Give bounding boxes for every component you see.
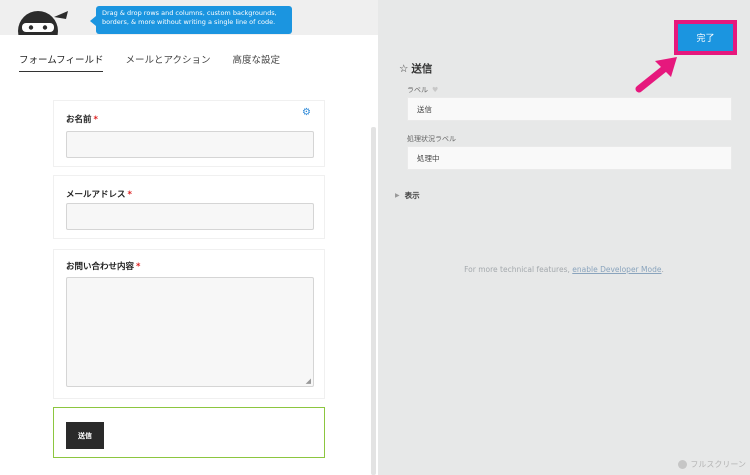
required-mark: *	[136, 262, 141, 272]
enable-developer-mode-link[interactable]: enable Developer Mode	[572, 265, 661, 274]
panel-title: ☆ 送信	[399, 62, 433, 76]
field-email-label: メールアドレス *	[66, 190, 132, 200]
processing-label-label: 処理状況ラベル	[407, 135, 456, 143]
promo-tooltip: Drag & drop rows and columns, custom bac…	[90, 6, 292, 34]
annotation-arrow-icon	[635, 57, 677, 93]
name-input[interactable]	[66, 131, 314, 158]
promo-line-1: Drag & drop rows and columns, custom bac…	[102, 9, 277, 17]
done-button[interactable]: 完了	[678, 24, 733, 51]
field-name[interactable]: お名前 * ⚙	[53, 100, 325, 167]
email-input[interactable]	[66, 203, 314, 230]
developer-mode-note: For more technical features, enable Deve…	[464, 265, 664, 274]
star-outline-icon[interactable]: ☆	[399, 63, 408, 75]
field-submit-selected[interactable]: 送信	[53, 407, 325, 458]
field-name-label: お名前 *	[66, 115, 98, 125]
required-mark: *	[93, 115, 98, 125]
gear-icon[interactable]: ⚙	[302, 107, 311, 118]
field-message[interactable]: お問い合わせ内容 * ◢	[53, 249, 325, 399]
display-section-toggle[interactable]: ▶ 表示	[395, 190, 420, 201]
scrollbar[interactable]	[371, 127, 376, 475]
label-input[interactable]: 送信	[407, 97, 732, 121]
resize-handle-icon[interactable]: ◢	[306, 378, 311, 385]
required-mark: *	[127, 190, 132, 200]
label-setting-label: ラベル ♥	[407, 86, 439, 94]
field-message-label: お問い合わせ内容 *	[66, 262, 141, 272]
heart-icon[interactable]: ♥	[432, 86, 438, 94]
builder-tabs: フォームフィールド メールとアクション 高度な設定	[19, 52, 280, 72]
tab-form-fields[interactable]: フォームフィールド	[19, 52, 104, 72]
form-builder-panel: フォームフィールド メールとアクション 高度な設定 お名前 * ⚙ メールアドレス…	[0, 35, 378, 475]
tab-advanced[interactable]: 高度な設定	[233, 52, 281, 72]
processing-label-input[interactable]: 処理中	[407, 146, 732, 170]
promo-line-2: borders, & more without writing a single…	[102, 18, 276, 26]
fullscreen-toggle[interactable]: フルスクリーン	[678, 459, 746, 470]
settings-drawer: 完了 ☆ 送信 ラベル ♥ 送信 処理状況ラベル 処理中 ▶ 表示 For mo…	[378, 0, 750, 475]
submit-button[interactable]: 送信	[66, 422, 104, 449]
message-textarea[interactable]: ◢	[66, 277, 314, 387]
done-button-highlight: 完了	[674, 20, 737, 55]
field-email[interactable]: メールアドレス *	[53, 175, 325, 239]
tab-email-actions[interactable]: メールとアクション	[125, 52, 210, 72]
caret-right-icon: ▶	[395, 192, 400, 199]
fullscreen-icon	[678, 460, 688, 469]
